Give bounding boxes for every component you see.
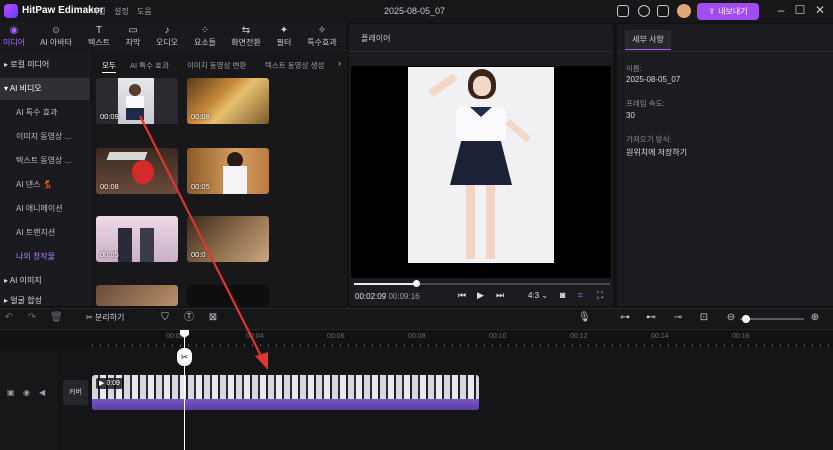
annotation-arrow (139, 115, 268, 370)
